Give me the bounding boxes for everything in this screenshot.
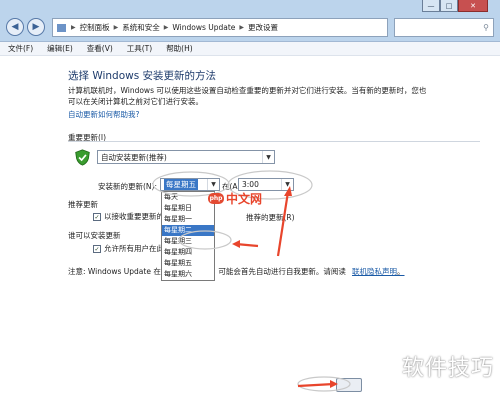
annotation-arrowhead (330, 380, 338, 388)
annotation-arrow (297, 382, 335, 388)
annotation-arrowhead (232, 240, 240, 248)
corner-watermark: 软件技巧 (401, 356, 494, 381)
php-watermark-text: 中文网 (226, 192, 263, 206)
annotation-arrowhead (284, 186, 292, 196)
php-badge: php (208, 193, 224, 204)
annotation-arrow (276, 191, 290, 257)
annotation-circle-option (178, 230, 232, 250)
php-watermark: php 中文网 (208, 190, 262, 207)
